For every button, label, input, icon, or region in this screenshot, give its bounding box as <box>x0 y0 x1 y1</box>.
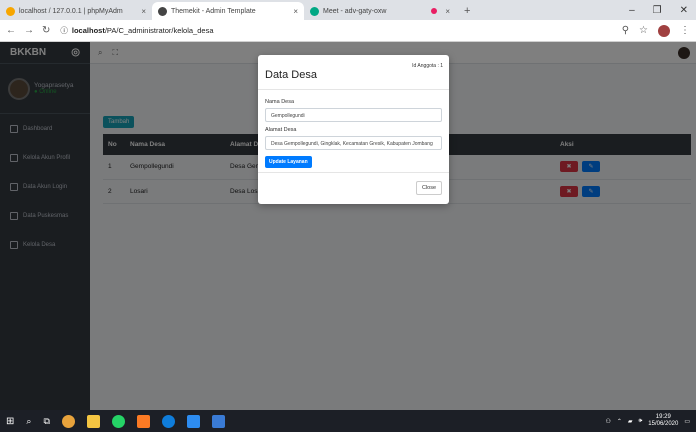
tab-phpmyadmin[interactable]: localhost / 127.0.0.1 | phpMyAdm × <box>0 2 152 20</box>
nama-desa-input[interactable]: Gempollegundi <box>265 108 442 122</box>
window-controls: – ❐ ✕ <box>629 0 696 20</box>
chevron-up-icon[interactable]: ⌃ <box>617 418 622 425</box>
alamat-desa-label: Alamat Desa <box>265 127 297 133</box>
close-tab-icon[interactable]: × <box>141 7 146 16</box>
meet-icon <box>310 6 319 16</box>
back-icon[interactable]: ← <box>6 25 16 36</box>
modal-header: Data Desa Id Anggota : 1 <box>258 55 449 90</box>
modal-footer: Close <box>258 172 449 204</box>
alamat-desa-input[interactable]: Desa Gempollegundi, Gingklak, Kecamatan … <box>265 136 442 150</box>
tab-meet[interactable]: Meet - adv-gaty-oxw × <box>304 2 456 20</box>
xampp-icon[interactable] <box>136 414 150 428</box>
github-icon <box>158 6 167 16</box>
network-icon[interactable]: ▰ <box>628 418 633 425</box>
people-icon[interactable]: ⚇ <box>605 418 610 425</box>
browser-tab-strip: localhost / 127.0.0.1 | phpMyAdm × Theme… <box>0 0 696 20</box>
data-desa-modal: Data Desa Id Anggota : 1 Nama Desa Gempo… <box>258 55 449 204</box>
modal-body: Nama Desa Gempollegundi Alamat Desa Desa… <box>258 90 449 172</box>
new-tab-button[interactable]: + <box>456 2 478 20</box>
modal-title: Data Desa <box>265 69 317 81</box>
close-window-button[interactable]: ✕ <box>680 5 688 16</box>
info-icon[interactable]: ⓘ <box>60 25 68 36</box>
forward-icon[interactable]: → <box>24 25 34 36</box>
menu-kebab-icon[interactable]: ⋮ <box>680 25 690 36</box>
close-tab-icon[interactable]: × <box>293 7 298 16</box>
update-button[interactable]: Update Layanan <box>265 156 312 168</box>
bookmark-star-icon[interactable]: ☆ <box>639 25 648 36</box>
vscode-icon[interactable] <box>186 414 200 428</box>
reload-icon[interactable]: ↻ <box>42 25 50 36</box>
url-path: /PA/C_administrator/kelola_desa <box>104 26 214 35</box>
tab-themekit[interactable]: Themekit - Admin Template × <box>152 2 304 20</box>
notification-icon[interactable]: ▭ <box>684 418 690 425</box>
search-icon[interactable]: ⌕ <box>26 416 31 427</box>
address-bar[interactable]: ⓘ localhost/PA/C_administrator/kelola_de… <box>60 25 213 36</box>
windows-taskbar: ⊞ ⌕ ⧉ ⚇ ⌃ ▰ 🕪 19:29 15/06/2020 ▭ <box>0 410 696 432</box>
windows-start-icon[interactable]: ⊞ <box>6 416 14 427</box>
close-button[interactable]: Close <box>415 181 442 195</box>
system-tray: ⚇ ⌃ ▰ 🕪 19:29 15/06/2020 ▭ <box>605 414 690 428</box>
time: 19:29 <box>655 414 671 420</box>
date: 15/06/2020 <box>648 421 679 427</box>
clock[interactable]: 19:29 15/06/2020 <box>648 414 678 428</box>
tab-label: Themekit - Admin Template <box>171 7 256 15</box>
minimize-button[interactable]: – <box>629 5 635 16</box>
url-host: localhost <box>71 26 105 35</box>
recording-dot-icon <box>431 8 438 14</box>
phpmyadmin-icon <box>6 6 15 16</box>
browser-icon[interactable] <box>161 414 175 428</box>
zoom-icon[interactable]: ⚲ <box>622 25 629 36</box>
volume-icon[interactable]: 🕪 <box>639 418 643 425</box>
tab-label: Meet - adv-gaty-oxw <box>323 7 387 15</box>
maximize-button[interactable]: ❐ <box>653 5 662 16</box>
tab-label: localhost / 127.0.0.1 | phpMyAdm <box>19 7 123 15</box>
close-tab-icon[interactable]: × <box>445 7 450 16</box>
nama-desa-label: Nama Desa <box>265 99 295 105</box>
modal-id-label: Id Anggota : 1 <box>412 63 443 69</box>
address-bar-row: ← → ↻ ⓘ localhost/PA/C_administrator/kel… <box>0 20 696 42</box>
whatsapp-icon[interactable] <box>111 414 125 428</box>
app-icon[interactable] <box>211 414 225 428</box>
file-explorer-icon[interactable] <box>86 414 100 428</box>
task-view-icon[interactable]: ⧉ <box>43 416 49 427</box>
profile-avatar-icon[interactable] <box>658 24 670 37</box>
chrome-icon[interactable] <box>61 414 75 428</box>
